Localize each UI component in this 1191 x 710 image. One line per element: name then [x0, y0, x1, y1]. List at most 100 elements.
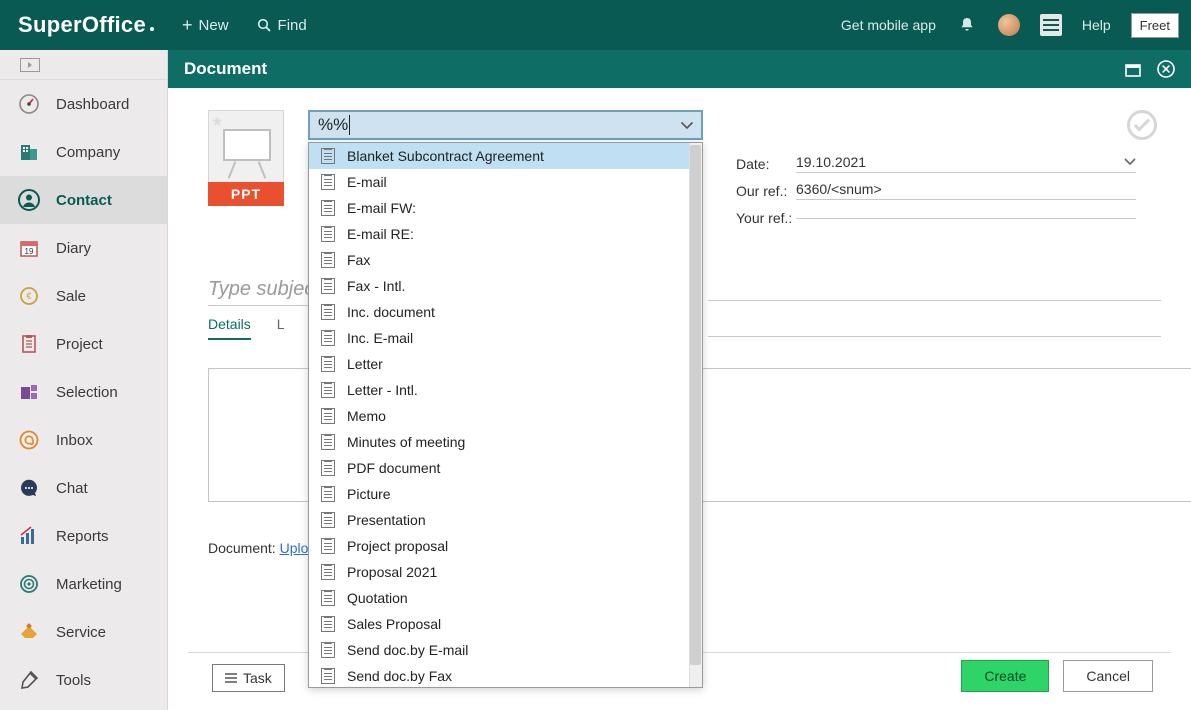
sidebar-item-label: Inbox — [56, 432, 93, 449]
sidebar-collapse-button[interactable] — [0, 50, 167, 80]
topbar-right: Get mobile app Help Freet — [841, 13, 1179, 38]
sidebar-item-inbox[interactable]: Inbox — [0, 416, 167, 464]
dropdown-item[interactable]: E-mail — [309, 169, 702, 195]
sidebar-item-company[interactable]: Company — [0, 128, 167, 176]
scrollbar[interactable] — [689, 143, 702, 687]
svg-text:19: 19 — [25, 247, 34, 256]
date-field[interactable]: 19.10.2021 — [796, 154, 1136, 173]
document-icon — [321, 538, 335, 554]
sidebar-item-diary[interactable]: 19Diary — [0, 224, 167, 272]
date-value: 19.10.2021 — [796, 154, 866, 170]
sidebar-item-label: Chat — [56, 480, 88, 497]
dropdown-item-label: PDF document — [347, 460, 440, 476]
tab-links[interactable]: L — [277, 316, 285, 340]
dropdown-item-label: Fax - Intl. — [347, 278, 405, 294]
dropdown-item-label: Inc. E-mail — [347, 330, 413, 346]
document-icon — [321, 252, 335, 268]
sidebar-item-project[interactable]: Project — [0, 320, 167, 368]
sidebar-item-marketing[interactable]: Marketing — [0, 560, 167, 608]
document-icon — [321, 434, 335, 450]
sidebar-item-contact[interactable]: Contact — [0, 176, 167, 224]
dropdown-item-label: Minutes of meeting — [347, 434, 465, 450]
yourref-field[interactable] — [796, 216, 1136, 219]
freetext-input[interactable]: Freet — [1131, 13, 1179, 38]
document-icon — [321, 408, 335, 424]
dropdown-item[interactable]: Inc. E-mail — [309, 325, 702, 351]
project-icon — [18, 333, 40, 355]
cancel-button[interactable]: Cancel — [1063, 660, 1153, 692]
tools-icon — [18, 669, 40, 691]
dropdown-item[interactable]: Proposal 2021 — [309, 559, 702, 585]
get-mobile-app-link[interactable]: Get mobile app — [841, 17, 936, 33]
ourref-value: 6360/<snum> — [796, 181, 882, 197]
dropdown-item[interactable]: Send doc.by E-mail — [309, 637, 702, 663]
contact-icon — [18, 189, 40, 211]
dropdown-item[interactable]: Letter - Intl. — [309, 377, 702, 403]
dropdown-item[interactable]: E-mail RE: — [309, 221, 702, 247]
restore-window-icon[interactable] — [1125, 61, 1143, 77]
dropdown-item[interactable]: Fax — [309, 247, 702, 273]
dropdown-item-label: E-mail FW: — [347, 200, 416, 216]
dropdown-item[interactable]: Sales Proposal — [309, 611, 702, 637]
document-icon — [321, 304, 335, 320]
task-button[interactable]: Task — [212, 664, 285, 692]
sidebar-item-chat[interactable]: Chat — [0, 464, 167, 512]
sidebar-item-service[interactable]: Service — [0, 608, 167, 656]
yourref-label: Your ref.: — [736, 210, 796, 226]
marketing-icon — [18, 573, 40, 595]
dropdown-item[interactable]: Memo — [309, 403, 702, 429]
svg-text:€: € — [26, 291, 31, 301]
dropdown-item[interactable]: Inc. document — [309, 299, 702, 325]
close-icon[interactable] — [1157, 60, 1175, 78]
bell-icon[interactable] — [956, 14, 978, 36]
dropdown-item[interactable]: Project proposal — [309, 533, 702, 559]
sidebar-item-reports[interactable]: Reports — [0, 512, 167, 560]
company-icon — [18, 141, 40, 163]
sidebar-item-tools[interactable]: Tools — [0, 656, 167, 704]
dropdown-item-label: Sales Proposal — [347, 616, 441, 632]
ourref-label: Our ref.: — [736, 183, 796, 199]
upload-link[interactable]: Uplo — [280, 540, 309, 556]
document-icon — [321, 356, 335, 372]
inbox-icon — [18, 429, 40, 451]
document-icon — [321, 460, 335, 476]
chevron-down-icon[interactable] — [674, 113, 700, 137]
document-icon — [321, 668, 335, 684]
dropdown-item[interactable]: Blanket Subcontract Agreement — [309, 143, 702, 169]
template-combo[interactable]: %% — [308, 110, 703, 140]
hamburger-icon[interactable] — [1040, 14, 1062, 36]
dropdown-item[interactable]: PDF document — [309, 455, 702, 481]
scrollbar-thumb[interactable] — [690, 145, 701, 665]
sidebar-item-label: Dashboard — [56, 96, 129, 113]
dropdown-item[interactable]: Presentation — [309, 507, 702, 533]
doc-tabs: Details L — [208, 316, 285, 340]
dropdown-item[interactable]: Quotation — [309, 585, 702, 611]
sidebar-item-label: Selection — [56, 384, 118, 401]
completed-indicator-icon[interactable] — [1127, 110, 1157, 140]
sidebar-item-selection[interactable]: Selection — [0, 368, 167, 416]
tab-details[interactable]: Details — [208, 316, 251, 340]
dropdown-item[interactable]: Fax - Intl. — [309, 273, 702, 299]
dropdown-item[interactable]: Send doc.by Fax — [309, 663, 702, 688]
help-link[interactable]: Help — [1082, 17, 1111, 33]
dropdown-item[interactable]: Letter — [309, 351, 702, 377]
document-label: Document: — [208, 540, 276, 556]
avatar-icon[interactable] — [998, 14, 1020, 36]
collapse-icon — [20, 58, 40, 72]
sidebar-item-label: Service — [56, 624, 106, 641]
sidebar-item-sale[interactable]: €Sale — [0, 272, 167, 320]
find-button[interactable]: Find — [257, 17, 307, 34]
ourref-field[interactable]: 6360/<snum> — [796, 181, 1136, 200]
new-button[interactable]: + New — [182, 16, 229, 34]
dropdown-item-label: Picture — [347, 486, 391, 502]
document-title: Document — [184, 59, 267, 79]
sidebar-item-dashboard[interactable]: Dashboard — [0, 80, 167, 128]
document-upload-row: Document: Uplo — [208, 540, 308, 556]
dropdown-item[interactable]: E-mail FW: — [309, 195, 702, 221]
dropdown-item[interactable]: Minutes of meeting — [309, 429, 702, 455]
document-meta-fields: Date: 19.10.2021 Our ref.: 6360/<snum> Y… — [736, 150, 1136, 231]
document-icon — [321, 226, 335, 242]
dropdown-item-label: Blanket Subcontract Agreement — [347, 148, 544, 164]
dropdown-item[interactable]: Picture — [309, 481, 702, 507]
create-button[interactable]: Create — [961, 660, 1049, 692]
